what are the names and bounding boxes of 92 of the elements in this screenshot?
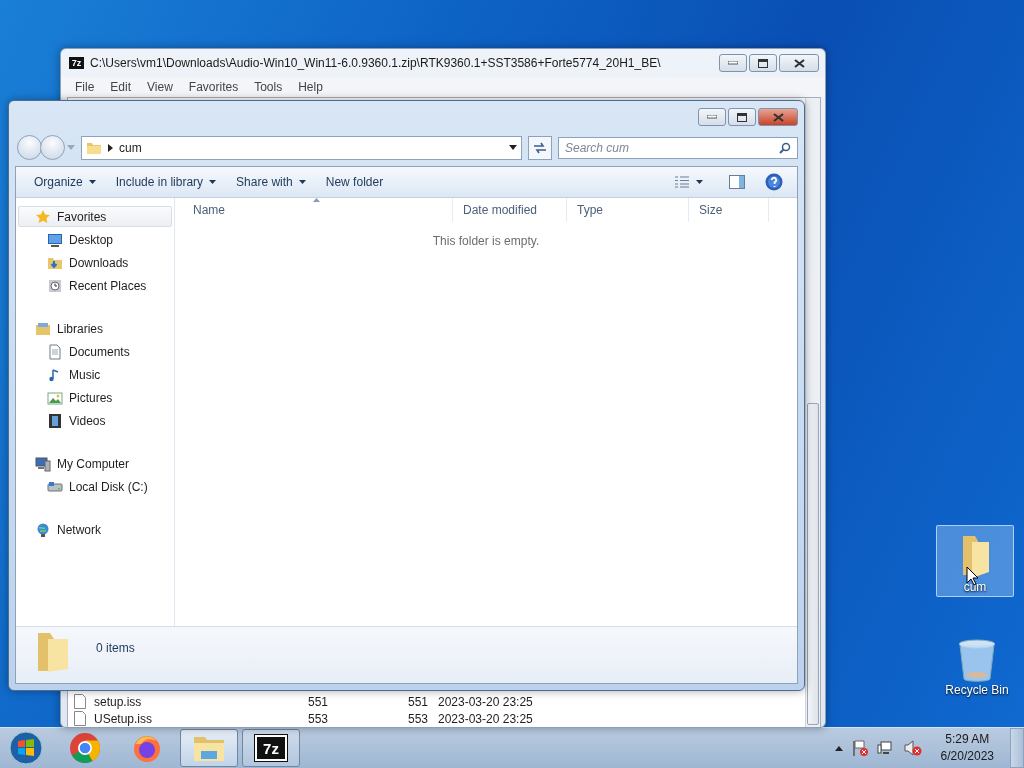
maximize-button[interactable] (749, 54, 777, 72)
desktop-icon-label: Recycle Bin (945, 683, 1009, 697)
7zip-icon: 7z (255, 735, 287, 761)
address-bar[interactable]: cum (81, 135, 522, 160)
preview-pane-icon (729, 175, 745, 189)
chrome-icon (69, 732, 101, 764)
recent-places-icon (47, 277, 63, 294)
table-cell-text: 553 (408, 711, 430, 726)
file-name: USetup.iss (94, 711, 154, 726)
window-title: C:\Users\vm1\Downloads\Audio-Win10_Win11-6.0.9360.1.zip\RTK9360.1+SST3586+Forte5774_20H1_BE\ (90, 56, 662, 70)
desktop-icon[interactable]: Recycle Bin (938, 628, 1016, 700)
minimize-icon (728, 61, 738, 65)
nav-item[interactable]: Videos (18, 410, 172, 431)
help-icon (765, 173, 783, 191)
search-icon (779, 141, 791, 154)
taskbar-button[interactable] (180, 729, 238, 767)
library-icon (35, 320, 51, 337)
network-error-icon[interactable] (876, 739, 895, 757)
menu-item[interactable]: View (139, 80, 181, 94)
table-cell-text: 551 (308, 694, 330, 709)
menu-item[interactable]: Edit (102, 80, 140, 94)
column-header[interactable]: Size (689, 198, 769, 222)
item-count: 0 items (96, 641, 135, 655)
7zip-icon: 7z (69, 57, 84, 69)
menu-item[interactable]: Favorites (180, 80, 247, 94)
desktop-icon-label: cum (963, 580, 987, 594)
nav-item[interactable]: Documents (18, 341, 172, 362)
nav-item[interactable]: Desktop (18, 229, 172, 250)
nav-item[interactable]: Network (18, 519, 172, 540)
caret-icon (696, 180, 703, 184)
maximize-icon (758, 58, 768, 68)
close-button[interactable] (758, 108, 798, 126)
column-header[interactable]: Date modified (453, 198, 567, 222)
file-name: setup.iss (94, 694, 143, 709)
nav-item[interactable]: Pictures (18, 387, 172, 408)
toolbar-button[interactable]: Include in library (105, 171, 227, 193)
menu-item[interactable]: Help (290, 80, 331, 94)
maximize-icon (737, 112, 747, 122)
nav-item[interactable]: Recent Places (18, 275, 172, 296)
clock-date: 6/20/2023 (940, 748, 994, 765)
caret-icon (67, 145, 75, 150)
column-header[interactable]: Type (567, 198, 689, 222)
start-button[interactable] (6, 728, 46, 768)
pictures-icon (47, 389, 63, 406)
table-cell-text: 2023-03-20 23:25 (438, 711, 534, 726)
toolbar-button[interactable]: Organize (24, 171, 106, 193)
caret-icon (509, 145, 517, 150)
network-icon (35, 521, 51, 538)
table-cell-text: 551 (408, 694, 430, 709)
table-cell-text: 553 (308, 711, 330, 726)
close-icon (772, 112, 784, 122)
close-icon (793, 58, 805, 68)
flag-error-icon[interactable] (850, 739, 869, 757)
file-icon (74, 694, 86, 709)
show-hidden-icons-icon[interactable] (834, 745, 843, 751)
toolbar-button[interactable]: Share with (226, 171, 316, 193)
back-button[interactable] (17, 135, 42, 160)
nav-item[interactable]: Favorites (18, 206, 172, 227)
scroll-bar[interactable] (805, 98, 820, 727)
maximize-button[interactable] (728, 108, 756, 126)
document-icon (47, 343, 63, 360)
search-field[interactable]: Search cum (558, 136, 798, 159)
menu-item[interactable]: File (67, 80, 103, 94)
star-icon (35, 208, 51, 225)
chevron-icon (108, 143, 113, 152)
menu-item[interactable]: Tools (246, 80, 291, 94)
minimize-icon (707, 115, 717, 119)
sort-arrow-icon (313, 198, 320, 202)
toolbar-button[interactable]: New folder (315, 171, 394, 193)
nav-item[interactable]: Downloads (18, 252, 172, 273)
desktop-icon (47, 231, 63, 248)
close-button[interactable] (779, 54, 819, 72)
refresh-icon (533, 141, 547, 154)
breadcrumb[interactable]: cum (119, 140, 503, 155)
list-view-icon (674, 176, 690, 188)
cursor-icon (966, 566, 979, 586)
nav-item[interactable]: Music (18, 364, 172, 385)
computer-icon (35, 455, 51, 472)
forward-button[interactable] (40, 135, 65, 160)
taskbar-button[interactable]: 7z (242, 729, 300, 767)
windows-orb-icon (9, 731, 43, 765)
recycle-bin-icon (957, 639, 997, 683)
clock-time: 5:29 AM (945, 731, 990, 748)
column-header[interactable]: Name (183, 198, 453, 222)
speaker-muted-icon[interactable] (902, 739, 923, 757)
table-cell-text: 2023-03-20 23:25 (438, 694, 534, 709)
nav-item[interactable]: My Computer (18, 453, 172, 474)
video-icon (47, 412, 63, 429)
refresh-button[interactable] (528, 135, 552, 160)
nav-item[interactable]: Libraries (18, 318, 172, 339)
nav-item[interactable]: Local Disk (C:) (18, 476, 172, 497)
empty-folder-message: This folder is empty. (431, 234, 541, 248)
